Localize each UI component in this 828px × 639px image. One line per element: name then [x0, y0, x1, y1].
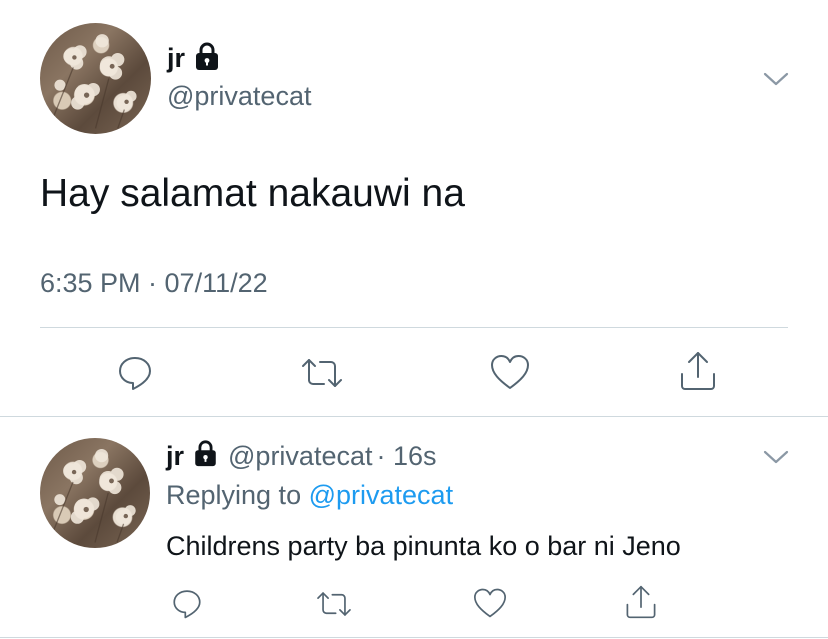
- retweet-icon: [317, 592, 351, 616]
- reply-avatar[interactable]: [40, 438, 150, 548]
- like-button[interactable]: [489, 353, 531, 391]
- reply-like-button[interactable]: [472, 587, 508, 619]
- tweet-separator: [0, 416, 828, 417]
- reply-text: Childrens party ba pinunta ko o bar ni J…: [166, 531, 681, 561]
- user-handle[interactable]: @privatecat: [167, 81, 311, 112]
- reply-age[interactable]: · 16s: [376, 441, 436, 472]
- reply-button[interactable]: [115, 352, 155, 392]
- bottom-divider: [0, 637, 828, 638]
- reply-reply-button[interactable]: [170, 586, 204, 620]
- retweet-icon: [302, 359, 342, 387]
- heart-icon: [474, 588, 506, 618]
- reply-menu-button[interactable]: [760, 444, 792, 468]
- reply-icon: [173, 590, 201, 619]
- reply-icon: [119, 357, 151, 390]
- reply-share-button[interactable]: [624, 584, 658, 620]
- tweet-text: Hay salamat nakauwi na: [40, 172, 465, 215]
- lock-icon: [193, 41, 221, 76]
- replying-to-label: Replying to: [166, 480, 302, 510]
- avatar-flowers-image: [50, 34, 137, 129]
- reply-retweet-button[interactable]: [315, 588, 353, 620]
- chevron-down-icon: [763, 72, 789, 86]
- avatar-flowers-image: [50, 449, 136, 543]
- reply-display-name[interactable]: jr: [166, 441, 184, 472]
- share-icon: [626, 585, 656, 619]
- tweet-menu-button[interactable]: [760, 66, 792, 90]
- share-icon: [681, 352, 715, 390]
- lock-icon: [192, 439, 219, 474]
- tweet-timestamp[interactable]: 6:35 PM · 07/11/22: [40, 268, 268, 299]
- share-button[interactable]: [678, 350, 718, 392]
- avatar[interactable]: [40, 23, 151, 134]
- retweet-button[interactable]: [300, 354, 344, 392]
- chevron-down-icon: [763, 450, 789, 464]
- replying-to-link[interactable]: @privatecat: [309, 480, 453, 510]
- divider: [40, 327, 788, 328]
- display-name[interactable]: jr: [167, 43, 185, 74]
- heart-icon: [491, 355, 529, 389]
- reply-user-handle[interactable]: @privatecat: [228, 441, 372, 472]
